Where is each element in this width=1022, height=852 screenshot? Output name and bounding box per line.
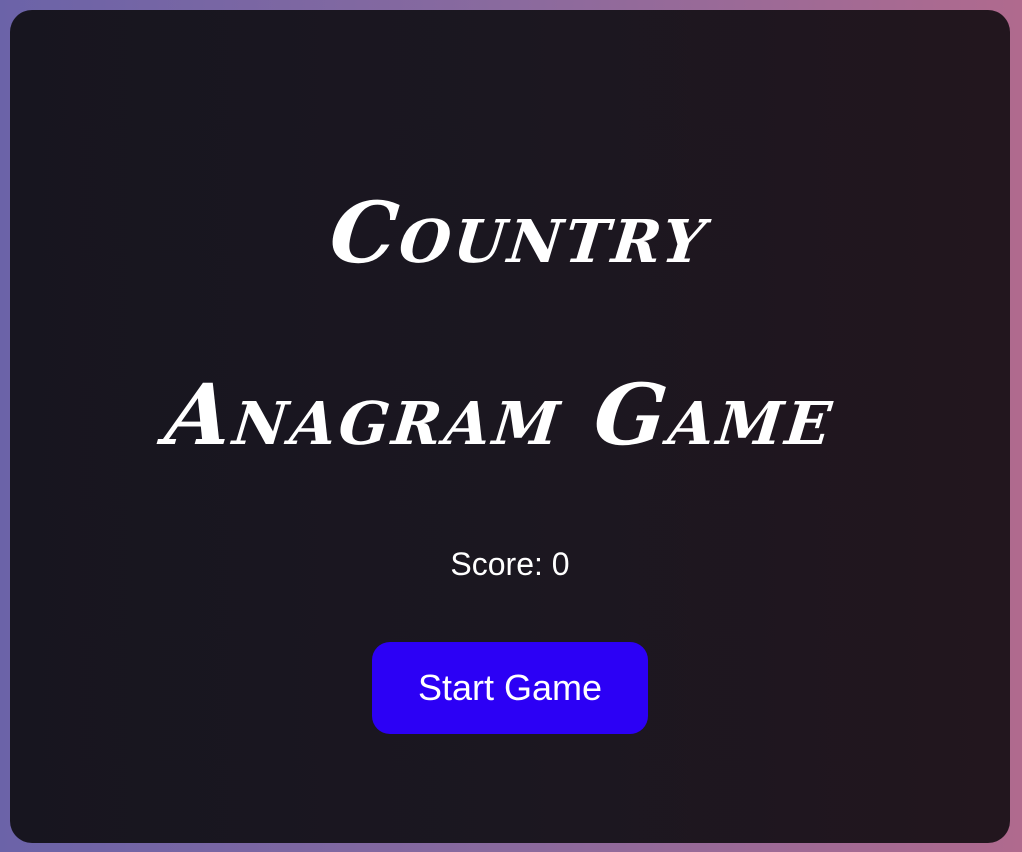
start-game-button[interactable]: Start Game [372,642,648,734]
score-label: Score: [450,546,543,582]
score-display: Score: 0 [10,540,1010,588]
game-card: Country Anagram Game Score: 0 Start Game [10,10,1010,843]
game-title: Country Anagram Game [0,142,1022,506]
game-title-line-1: Country [325,183,714,282]
game-title-line-2: Anagram Game [161,365,840,464]
score-value: 0 [551,546,570,582]
